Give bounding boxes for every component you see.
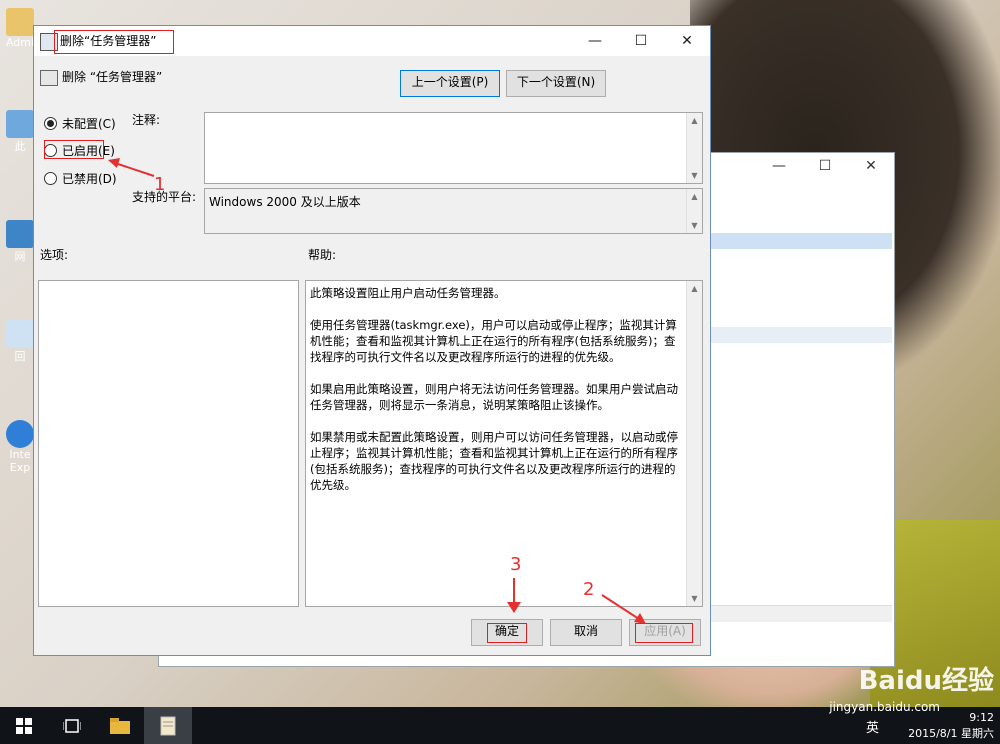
- supported-platform-value: Windows 2000 及以上版本: [209, 195, 361, 209]
- radio-button-checked[interactable]: [44, 117, 57, 130]
- computer-icon: [6, 110, 34, 138]
- scroll-down-icon[interactable]: ▼: [687, 218, 702, 233]
- title-highlight-box: [54, 30, 174, 54]
- help-paragraph: 此策略设置阻止用户启动任务管理器。: [310, 286, 506, 300]
- next-setting-button[interactable]: 下一个设置(N): [506, 70, 606, 97]
- desktop-icon-label: Admi: [5, 36, 35, 49]
- watermark-url: jingyan.baidu.com: [829, 700, 940, 714]
- help-paragraph: 使用任务管理器(taskmgr.exe)，用户可以启动或停止程序；监视其计算机性…: [310, 318, 677, 364]
- previous-setting-button[interactable]: 上一个设置(P): [400, 70, 500, 97]
- clock-date: 2015/8/1 星期六: [908, 727, 994, 740]
- notepad-button[interactable]: [144, 707, 192, 744]
- bg-maximize-button[interactable]: ☐: [802, 153, 848, 181]
- title-bar: 删除“任务管理器” — ☐ ✕: [34, 26, 710, 56]
- step-3-number: 3: [510, 554, 522, 575]
- bg-close-button[interactable]: ✕: [848, 153, 894, 181]
- enabled-highlight-box: [44, 140, 104, 159]
- scroll-down-icon[interactable]: ▼: [687, 591, 702, 606]
- windows-start-icon: [16, 717, 32, 734]
- radio-button[interactable]: [44, 172, 57, 185]
- comment-textarea[interactable]: ▲ ▼: [204, 112, 703, 184]
- user-folder-icon: [6, 8, 34, 36]
- step-2-number: 2: [583, 579, 595, 600]
- radio-disabled[interactable]: 已禁用(D): [44, 170, 117, 187]
- bg-selected-row[interactable]: [699, 233, 892, 249]
- step-2-arrow: [601, 594, 646, 624]
- scroll-down-icon[interactable]: ▼: [687, 168, 702, 183]
- help-panel: 此策略设置阻止用户启动任务管理器。 使用任务管理器(taskmgr.exe)，用…: [305, 280, 703, 607]
- supported-platform-box: Windows 2000 及以上版本 ▲ ▼: [204, 188, 703, 234]
- comment-scrollbar[interactable]: ▲ ▼: [686, 113, 702, 183]
- notepad-icon: [160, 716, 176, 735]
- help-paragraph: 如果禁用或未配置此策略设置，则用户可以访问任务管理器，以启动或停止程序；监视其计…: [310, 430, 678, 492]
- bg-row[interactable]: [699, 327, 892, 343]
- maximize-button[interactable]: ☐: [618, 26, 664, 56]
- task-view-button[interactable]: [48, 707, 96, 744]
- bg-minimize-button[interactable]: —: [756, 153, 802, 181]
- radio-not-configured[interactable]: 未配置(C): [44, 115, 116, 132]
- policy-dialog: 删除“任务管理器” — ☐ ✕ 删除 “任务管理器” 上一个设置(P) 下一个设…: [33, 25, 711, 656]
- desktop-icon-label: 回: [14, 350, 26, 363]
- minimize-button[interactable]: —: [572, 26, 618, 56]
- help-paragraph: 如果启用此策略设置，则用户将无法访问任务管理器。如果用户尝试启动任务管理器，则将…: [310, 382, 678, 412]
- scroll-up-icon[interactable]: ▲: [687, 189, 702, 204]
- step-3-arrow: [507, 578, 521, 613]
- scroll-up-icon[interactable]: ▲: [687, 281, 702, 296]
- policy-title: 删除 “任务管理器”: [62, 70, 163, 84]
- network-icon: [6, 220, 34, 248]
- start-button[interactable]: [0, 707, 48, 744]
- radio-label: 未配置(C): [62, 117, 116, 131]
- desktop-icon-label: Inte Exp: [9, 448, 31, 474]
- desktop-icon-label: 网: [14, 250, 26, 263]
- supported-scrollbar[interactable]: ▲ ▼: [686, 189, 702, 233]
- bg-horizontal-scrollbar[interactable]: [699, 605, 892, 622]
- system-clock[interactable]: 9:12 2015/8/1 星期六: [908, 710, 994, 742]
- file-explorer-icon: [110, 717, 130, 734]
- ok-highlight-box: [487, 623, 527, 643]
- close-button[interactable]: ✕: [664, 26, 710, 56]
- desktop-icon-label: 此: [14, 140, 26, 153]
- recycle-bin-icon: [6, 320, 34, 348]
- background-window-controls: — ☐ ✕: [756, 153, 894, 181]
- file-explorer-button[interactable]: [96, 707, 144, 744]
- comment-label: 注释:: [132, 113, 161, 127]
- scroll-up-icon[interactable]: ▲: [687, 113, 702, 128]
- internet-explorer-icon: [6, 420, 34, 448]
- options-panel: [38, 280, 299, 607]
- help-scrollbar[interactable]: ▲ ▼: [686, 281, 702, 606]
- help-label: 帮助:: [308, 248, 337, 262]
- policy-icon: [40, 70, 58, 86]
- task-view-icon: [63, 718, 81, 733]
- step-1-arrow: [108, 158, 155, 177]
- ime-indicator[interactable]: 英: [866, 717, 879, 736]
- baidu-watermark: Baidu经验: [858, 666, 994, 696]
- help-text: 此策略设置阻止用户启动任务管理器。 使用任务管理器(taskmgr.exe)，用…: [310, 285, 684, 509]
- options-label: 选项:: [40, 248, 69, 262]
